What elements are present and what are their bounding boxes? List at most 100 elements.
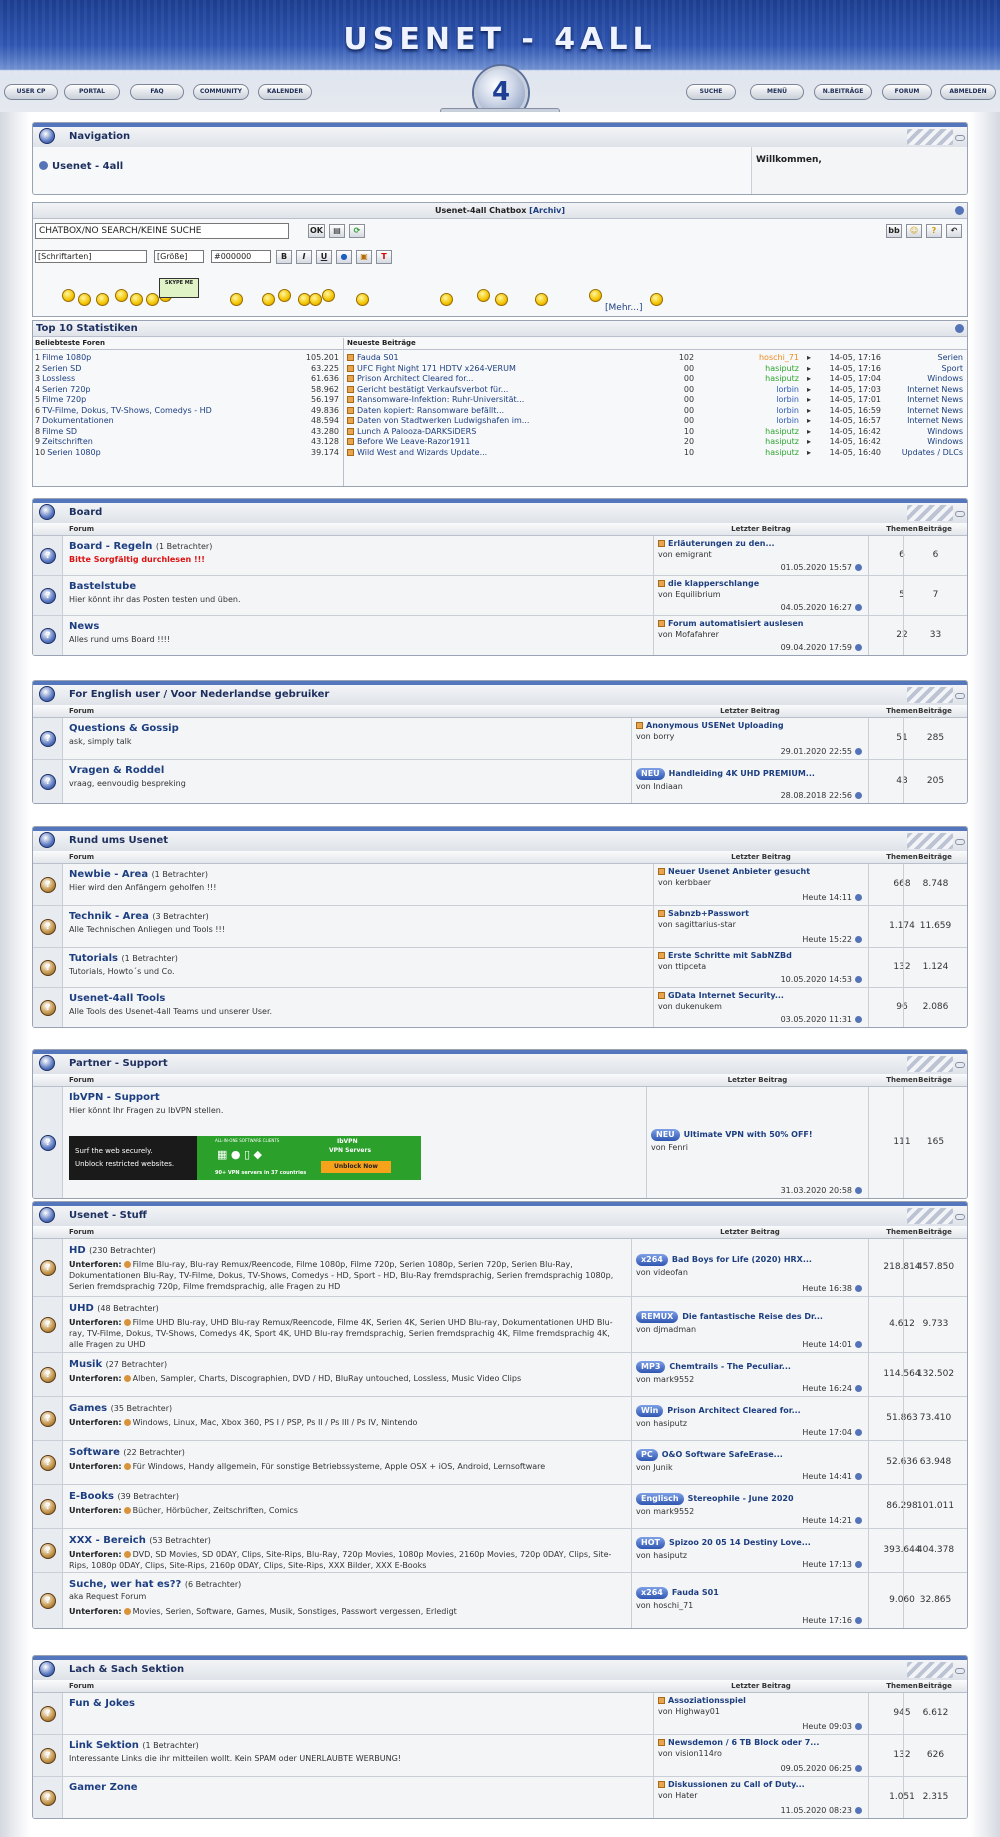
forum-status-icon[interactable]: ?: [40, 999, 56, 1016]
forum-name-link[interactable]: UHD (48 Betrachter): [69, 1303, 159, 1314]
top10-post-item[interactable]: UFC Fight Night 171 HDTV x264-VERUM: [347, 364, 697, 373]
last-post-link[interactable]: Newsdemon / 6 TB Block oder 7...: [658, 1738, 868, 1747]
forum-name-link[interactable]: Vragen & Roddel: [69, 765, 164, 776]
last-post-link[interactable]: Erste Schritte mit SabNZBd: [658, 951, 868, 960]
forum-row[interactable]: ? UHD (48 Betrachter) Unterforen: Filme UHD…: [33, 1297, 967, 1353]
forum-name[interactable]: Fun & Jokes: [69, 1698, 135, 1709]
forum-row[interactable]: ? Technik - Area (3 Betrachter) Alle Techn…: [33, 906, 967, 948]
last-post-link[interactable]: Neuer Usenet Anbieter gesucht: [658, 867, 868, 876]
smiley-icon[interactable]: [476, 289, 490, 302]
top10-post-item[interactable]: Daten kopiert: Ransomware befällt...: [347, 406, 697, 415]
top10-post-forum[interactable]: Windows: [879, 374, 963, 383]
breadcrumb[interactable]: Usenet - 4all: [39, 161, 123, 172]
smiley-icon[interactable]: [230, 293, 243, 306]
top10-post-forum[interactable]: Internet News: [879, 385, 963, 394]
last-post-author[interactable]: von Equilibrium: [658, 590, 721, 599]
last-post-author[interactable]: von sagittarius-star: [658, 920, 736, 929]
top10-post-title[interactable]: Gericht bestätigt Verkaufsverbot für...: [357, 385, 508, 394]
font-select[interactable]: [Schriftarten]: [35, 250, 147, 263]
last-post-author[interactable]: von Indiaan: [636, 782, 683, 791]
forum-name[interactable]: UHD: [69, 1303, 94, 1314]
last-post-date[interactable]: Heute 17:16: [802, 1616, 862, 1625]
forum-name[interactable]: Board - Regeln: [69, 541, 152, 552]
forum-name[interactable]: IbVPN - Support: [69, 1092, 160, 1103]
nav-n-beitr-ge-button[interactable]: N.BEITRÄGE: [814, 84, 872, 100]
last-post-date[interactable]: 09.04.2020 17:59: [781, 643, 862, 652]
last-post-author[interactable]: von djmadman: [636, 1325, 696, 1334]
top10-post-user[interactable]: hasiputz: [713, 448, 799, 457]
last-post-author[interactable]: von ttipceta: [658, 962, 706, 971]
last-post-date[interactable]: Heute 16:24: [802, 1384, 862, 1393]
last-post-date[interactable]: Heute 14:01: [802, 1340, 862, 1349]
top10-post-forum[interactable]: Sport: [879, 364, 963, 373]
subforum-links[interactable]: Alben, Sampler, Charts, Discographien, D…: [133, 1374, 522, 1383]
last-post-date[interactable]: Heute 14:21: [802, 1516, 862, 1525]
top10-post-title[interactable]: Fauda S01: [357, 353, 399, 362]
forum-name-link[interactable]: Fun & Jokes: [69, 1698, 135, 1709]
top10-post-forum[interactable]: Windows: [879, 427, 963, 436]
last-post-title[interactable]: Erste Schritte mit SabNZBd: [668, 951, 792, 960]
smiley-icon[interactable]: [95, 293, 109, 306]
subforum-links[interactable]: Windows, Linux, Mac, Xbox 360, PS I / PS…: [133, 1418, 418, 1427]
last-post-author[interactable]: von hasiputz: [636, 1551, 687, 1560]
link-icon[interactable]: ●: [336, 250, 352, 264]
nav-men--button[interactable]: MENÜ: [750, 84, 804, 100]
last-post-title[interactable]: Fauda S01: [672, 1588, 719, 1597]
last-post-title[interactable]: Spizoo 20 05 14 Destiny Love...: [669, 1538, 811, 1547]
top10-post-user[interactable]: lorbin: [713, 395, 799, 404]
last-post-link[interactable]: Sabnzb+Passwort: [658, 909, 868, 918]
last-post-date[interactable]: Heute 15:22: [802, 935, 862, 944]
nav-community-button[interactable]: COMMUNITY: [193, 84, 249, 100]
chatbox-input[interactable]: CHATBOX/NO SEARCH/KEINE SUCHE: [35, 223, 289, 239]
collapse-icon[interactable]: [955, 1062, 965, 1068]
forum-row[interactable]: ? Board - Regeln (1 Betrachter) Bitte Sorg…: [33, 536, 967, 576]
top10-forum-item[interactable]: 7 Dokumentationen: [35, 416, 114, 425]
forum-name[interactable]: Musik: [69, 1359, 102, 1370]
last-post-author[interactable]: von mark9552: [636, 1375, 694, 1384]
top10-post-forum[interactable]: Windows: [879, 437, 963, 446]
top10-post-forum[interactable]: Internet News: [879, 406, 963, 415]
forum-row[interactable]: ? HD (230 Betrachter) Unterforen: Filme Blu…: [33, 1239, 967, 1297]
collapse-icon[interactable]: [955, 839, 965, 845]
top10-post-user[interactable]: hoschi_71: [713, 353, 799, 362]
last-post-author[interactable]: von borry: [636, 732, 674, 741]
last-post-title[interactable]: Forum automatisiert auslesen: [668, 619, 804, 628]
last-post-author[interactable]: von Mofafahrer: [658, 630, 719, 639]
forum-name-link[interactable]: Bastelstube: [69, 581, 136, 592]
last-post-author[interactable]: von kerbbaer: [658, 878, 711, 887]
forum-row[interactable]: ? Link Sektion (1 Betrachter) Interessante…: [33, 1735, 967, 1777]
size-select[interactable]: [Größe]: [154, 250, 204, 263]
forum-row[interactable]: ? Bastelstube Hier könnt ihr das Posten te…: [33, 576, 967, 616]
forum-name[interactable]: Vragen & Roddel: [69, 765, 164, 776]
last-post-title[interactable]: Chemtrails - The Peculiar...: [669, 1362, 791, 1371]
top10-post-title[interactable]: UFC Fight Night 171 HDTV x264-VERUM: [357, 364, 516, 373]
smiley-icon[interactable]: [322, 289, 336, 302]
last-post-link[interactable]: die klapperschlange: [658, 579, 868, 588]
bbcode-icon[interactable]: bb: [886, 224, 902, 238]
forum-name[interactable]: Newbie - Area: [69, 869, 148, 880]
last-post-date[interactable]: Heute 16:38: [802, 1284, 862, 1293]
top10-forum-item[interactable]: 5 Filme 720p: [35, 395, 86, 404]
last-post-author[interactable]: von hoschi_71: [636, 1601, 693, 1610]
last-post-title[interactable]: Anonymous USENet Uploading: [646, 721, 784, 730]
top10-post-user[interactable]: hasiputz: [713, 364, 799, 373]
last-post-link[interactable]: x264 Bad Boys for Life (2020) HRX...: [636, 1254, 868, 1266]
forum-name[interactable]: Usenet-4all Tools: [69, 993, 165, 1004]
last-post-link[interactable]: NEU Ultimate VPN with 50% OFF!: [651, 1129, 868, 1141]
top10-forum-item[interactable]: 3 Lossless: [35, 374, 75, 383]
last-post-date[interactable]: 10.05.2020 14:53: [781, 975, 862, 984]
last-post-title[interactable]: GData Internet Security...: [668, 991, 784, 1000]
chatbox-clear-icon[interactable]: ▤: [329, 224, 345, 238]
chatbox-ok-button[interactable]: OK: [308, 224, 325, 238]
top10-post-title[interactable]: Wild West and Wizards Update...: [357, 448, 487, 457]
forum-status-icon[interactable]: ?: [40, 1592, 56, 1609]
bold-button[interactable]: B: [276, 250, 292, 264]
top10-forum-name[interactable]: Filme SD: [42, 427, 77, 436]
forum-name-link[interactable]: Software (22 Betrachter): [69, 1447, 185, 1458]
forum-name-link[interactable]: Usenet-4all Tools: [69, 993, 165, 1004]
more-smilies-link[interactable]: [Mehr...]: [605, 303, 643, 313]
top10-post-forum[interactable]: Internet News: [879, 395, 963, 404]
top10-forum-name[interactable]: Lossless: [42, 374, 75, 383]
subforum-links[interactable]: Filme UHD Blu-ray, UHD Blu-ray Remux/Ree…: [69, 1318, 613, 1349]
forum-status-icon[interactable]: ?: [40, 918, 56, 935]
